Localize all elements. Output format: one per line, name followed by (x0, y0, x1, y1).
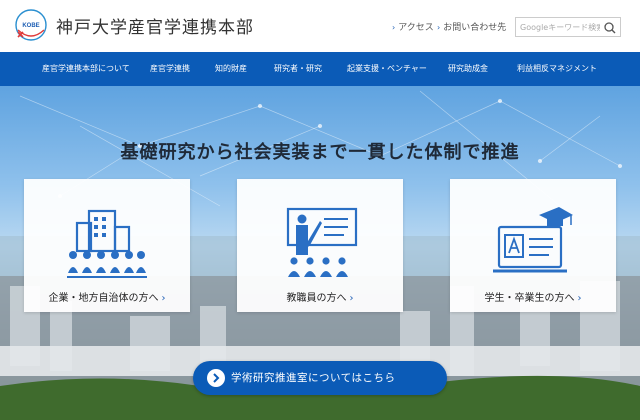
card-students-label: 学生・卒業生の方へ › (484, 293, 582, 304)
research-office-button[interactable]: 学術研究推進室についてはこちら (193, 361, 447, 395)
nav-item-ip[interactable]: 知的財産 (215, 52, 247, 86)
chevron-right-icon: › (392, 23, 396, 32)
card-faculty-label: 教職員の方へ › (286, 293, 354, 304)
contact-link-label: お問い合わせ先 (443, 23, 507, 33)
card-companies[interactable]: 企業・地方自治体の方へ › (24, 179, 190, 312)
people-building-icon (67, 209, 147, 278)
logo-text: KOBE (22, 23, 39, 29)
chevron-right-icon: › (437, 23, 441, 32)
search-icon (604, 22, 616, 34)
access-link-label: アクセス (398, 23, 434, 33)
access-link[interactable]: › アクセス (392, 20, 434, 33)
nav-item-venture[interactable]: 起業支援・ベンチャー (347, 52, 427, 86)
chevron-right-icon: › (349, 293, 354, 304)
nav-item-coi[interactable]: 利益相反マネジメント (517, 52, 597, 86)
chevron-circle-icon (207, 369, 225, 387)
nav-item-collaboration[interactable]: 産官学連携 (150, 52, 190, 86)
graduation-computer-icon (493, 207, 573, 273)
research-office-button-label: 学術研究推進室についてはこちら (231, 372, 396, 384)
hero-section: 基礎研究から社会実装まで一貫した体制で推進 企業・地方自治体の方へ › 教職員の… (0, 86, 640, 420)
nav-item-researchers[interactable]: 研究者・研究 (274, 52, 322, 86)
contact-link[interactable]: › お問い合わせ先 (437, 20, 506, 33)
kobe-logo[interactable]: KOBE (14, 8, 48, 42)
teacher-presentation-icon (286, 207, 358, 277)
site-title[interactable]: 神戸大学産官学連携本部 (56, 13, 254, 38)
card-companies-label: 企業・地方自治体の方へ › (48, 293, 166, 304)
global-nav: 産官学連携本部について 産官学連携 知的財産 研究者・研究 起業支援・ベンチャー… (0, 52, 640, 86)
search-input[interactable] (516, 18, 600, 36)
chevron-right-icon: › (577, 293, 582, 304)
nav-item-grants[interactable]: 研究助成金 (448, 52, 488, 86)
chevron-right-icon: › (161, 293, 166, 304)
site-header: KOBE 神戸大学産官学連携本部 › アクセス › お問い合わせ先 (0, 0, 640, 52)
card-students[interactable]: 学生・卒業生の方へ › (450, 179, 616, 312)
search-box (515, 17, 621, 37)
search-button[interactable] (602, 20, 618, 34)
hero-tagline: 基礎研究から社会実装まで一貫した体制で推進 (120, 142, 520, 163)
card-faculty[interactable]: 教職員の方へ › (237, 179, 403, 312)
nav-item-about[interactable]: 産官学連携本部について (42, 52, 130, 86)
